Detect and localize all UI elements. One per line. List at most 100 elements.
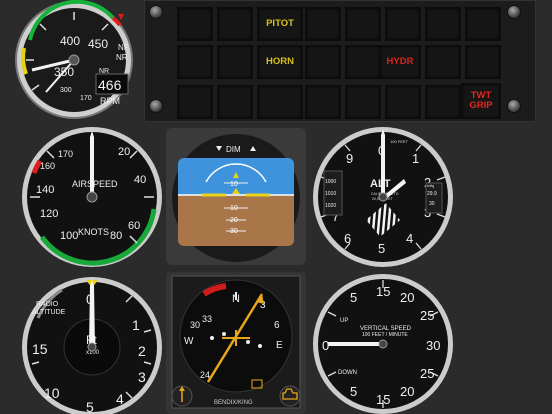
annunciator-lamp[interactable] xyxy=(465,45,501,79)
alt-label-6: 6 xyxy=(344,231,351,246)
airspeed-needle xyxy=(90,131,94,197)
annunciator-lamp[interactable] xyxy=(217,45,253,79)
annunciator-lamp[interactable] xyxy=(425,7,461,41)
nr-digital-value: 466 xyxy=(98,77,122,93)
rpm-unit: RPM xyxy=(100,96,120,106)
alt-label-5: 5 xyxy=(378,241,385,256)
annunciator-lamp[interactable] xyxy=(385,85,421,119)
inhg-unit: inHg xyxy=(427,184,434,188)
inhg-30: 30 xyxy=(429,201,435,207)
alt-feet-label: 100 FEET xyxy=(390,139,409,144)
annunciator-lamp[interactable] xyxy=(305,45,341,79)
annunciator-lamp[interactable] xyxy=(345,85,381,119)
hsi-label-33: 33 xyxy=(202,314,212,324)
annunciator-lamp[interactable] xyxy=(217,85,253,119)
hsi-brand: BENDIX/KING xyxy=(214,400,253,406)
annunciator-lamp[interactable] xyxy=(217,7,253,41)
pitch-label-up-10: 10 xyxy=(230,181,238,188)
airspeed-label-140: 140 xyxy=(36,184,54,196)
pitch-label-down-30: 30 xyxy=(230,228,238,235)
radio-alt-label-3: 3 xyxy=(138,369,146,385)
annunciator-panel: PITOT HORN HYDR TWT GRIP xyxy=(144,0,536,122)
annunciator-lamp-pitot[interactable]: PITOT xyxy=(257,7,303,41)
nr-digital-label: NR xyxy=(99,68,109,75)
baro-1000: 1000 xyxy=(325,179,336,185)
annunciator-lamp[interactable] xyxy=(425,45,461,79)
vsi-down-label-5: 5 xyxy=(350,384,357,399)
nr-label: NR xyxy=(116,53,128,62)
annunciator-lamp[interactable] xyxy=(305,7,341,41)
attitude-indicator: DIM 10 10 20 30 xyxy=(172,134,300,262)
vsi-subtitle: 100 FEET / MINUTE xyxy=(362,332,408,338)
airspeed-label-100: 100 xyxy=(60,230,78,242)
screw-icon xyxy=(149,99,163,113)
vsi-up-label-15: 15 xyxy=(376,284,390,299)
instrument-panel: 400 450 350 300 170 NF NR NR 466 RPM PIT… xyxy=(0,0,552,414)
vsi-down-label-15: 15 xyxy=(376,392,390,407)
annunciator-lamp[interactable] xyxy=(345,45,381,79)
alt-hundreds-needle xyxy=(381,129,385,197)
vsi-label-30: 30 xyxy=(426,338,440,353)
alt-label-1: 1 xyxy=(412,151,419,166)
vsi-needle xyxy=(328,342,383,346)
radio-alt-title-2: ALTITUDE xyxy=(32,309,66,316)
hsi-label-e: E xyxy=(276,340,283,351)
vsi-up-label-25: 25 xyxy=(420,308,434,323)
annunciator-lamp-hydr[interactable]: HYDR xyxy=(379,45,421,79)
airspeed-label-60: 60 xyxy=(128,220,140,232)
hsi-label-24: 24 xyxy=(200,370,210,380)
hsi-label-w: W xyxy=(184,336,194,347)
annunciator-lamp[interactable] xyxy=(257,85,303,119)
airspeed-label-170: 170 xyxy=(58,149,73,159)
nf-label: NF xyxy=(118,43,129,52)
rpm-label-450: 450 xyxy=(88,37,108,51)
radio-altimeter: RADIO ALTITUDE Ft x100 0 1 2 3 4 5 10 15 xyxy=(22,277,162,414)
vsi-up-label-5: 5 xyxy=(350,290,357,305)
radio-alt-label-5: 5 xyxy=(86,399,94,414)
annunciator-lamp-twt-grip[interactable]: TWT GRIP xyxy=(461,83,501,119)
annunciator-lamp[interactable] xyxy=(177,85,213,119)
annunciator-lamp[interactable] xyxy=(465,7,501,41)
airspeed-label-120: 120 xyxy=(40,208,58,220)
airspeed-label-20: 20 xyxy=(118,146,130,158)
vsi-up-label: UP xyxy=(340,318,348,324)
vsi-down-label-20: 20 xyxy=(400,384,414,399)
annunciator-lamp[interactable] xyxy=(305,85,341,119)
lamp-label-horn: HORN xyxy=(266,56,294,67)
rpm-label-400: 400 xyxy=(60,34,80,48)
lamp-label-hydr: HYDR xyxy=(386,56,414,67)
dim-label: DIM xyxy=(226,145,241,154)
vsi-up-label-20: 20 xyxy=(400,290,414,305)
vertical-speed-indicator: 5 10 15 20 25 30 0 5 10 15 20 25 UP DOWN… xyxy=(313,274,453,414)
baro-1010: 1010 xyxy=(325,191,336,197)
lamp-label-pitot: PITOT xyxy=(266,18,294,29)
annunciator-lamp[interactable] xyxy=(177,7,213,41)
inhg-299: 29.9 xyxy=(427,191,437,197)
rpm-label-300: 300 xyxy=(60,87,72,94)
hsi: N 3 6 E W 33 30 24 BENDIX/KING xyxy=(171,275,301,409)
radio-alt-label-1: 1 xyxy=(132,317,140,333)
radio-alt-label-2: 2 xyxy=(138,343,146,359)
annunciator-lamp[interactable] xyxy=(385,7,421,41)
annunciator-lamp[interactable] xyxy=(425,85,461,119)
alt-label-4: 4 xyxy=(406,231,413,246)
screw-icon xyxy=(149,5,163,19)
screw-icon xyxy=(507,99,521,113)
pitch-label-down-10: 10 xyxy=(230,205,238,212)
annunciator-lamp-horn[interactable]: HORN xyxy=(257,45,303,79)
alt-label-9: 9 xyxy=(346,151,353,166)
airspeed-label-40: 40 xyxy=(134,174,146,186)
baro-1020: 1020 xyxy=(325,203,336,209)
alt-title: ALT xyxy=(370,178,391,190)
rotor-rpm-gauge: 400 450 350 300 170 NF NR NR 466 RPM xyxy=(8,0,140,120)
radio-alt-label-10: 10 xyxy=(44,385,60,401)
airspeed-indicator: 170 160 140 120 100 80 60 40 20 AIRSPEED… xyxy=(22,127,162,267)
radio-alt-label-4: 4 xyxy=(116,391,124,407)
annunciator-lamp[interactable] xyxy=(177,45,213,79)
airspeed-label-80: 80 xyxy=(110,230,122,242)
annunciator-lamp[interactable] xyxy=(345,7,381,41)
airspeed-title: AIRSPEED xyxy=(72,179,118,189)
lamp-label-twt-grip: TWT GRIP xyxy=(469,90,493,111)
vsi-down-label-25: 25 xyxy=(420,366,434,381)
rpm-label-170: 170 xyxy=(80,95,92,102)
